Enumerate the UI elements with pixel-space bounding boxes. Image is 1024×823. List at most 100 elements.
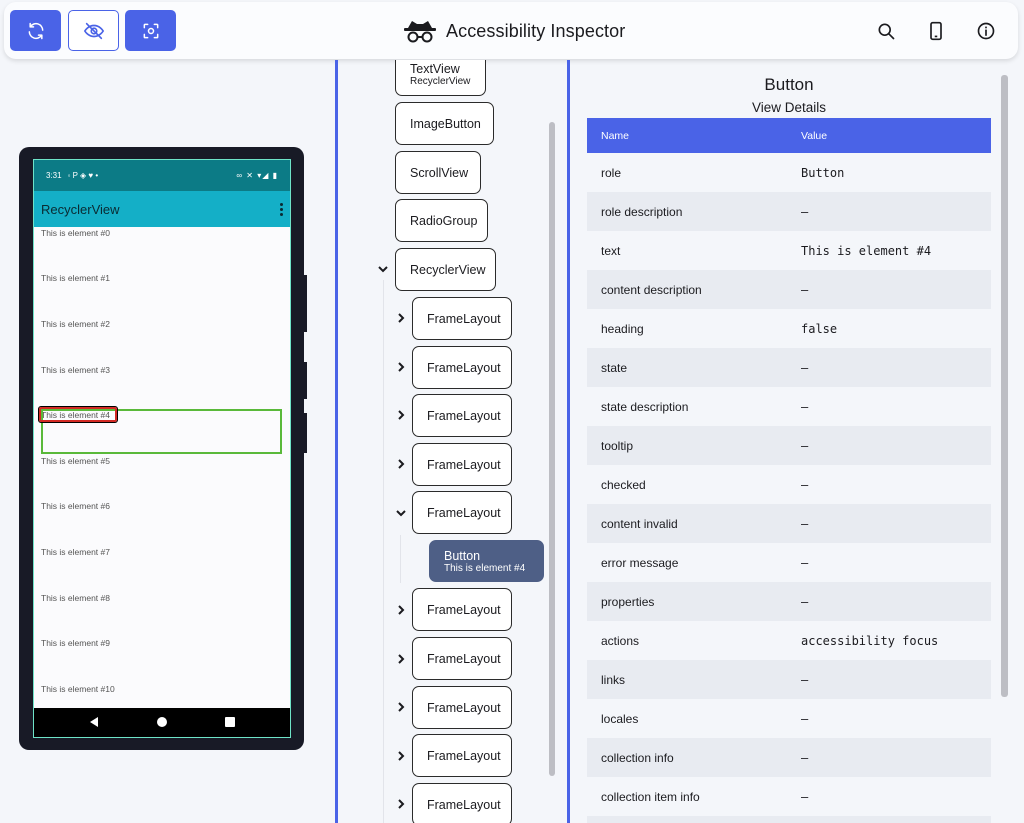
- property-name: tooltip: [601, 438, 634, 453]
- tree-node-label: RecyclerView: [410, 262, 486, 277]
- list-item[interactable]: This is element #8: [41, 593, 110, 603]
- property-value: –: [801, 594, 809, 609]
- list-item[interactable]: This is element #0: [41, 228, 110, 238]
- list-item[interactable]: This is element #6: [41, 501, 110, 511]
- tree-node[interactable]: FrameLayout: [412, 297, 512, 340]
- tree-node[interactable]: RadioGroup: [395, 199, 488, 242]
- property-name: links: [601, 672, 626, 687]
- chevron-right-icon[interactable]: [395, 653, 407, 665]
- property-name: heading: [601, 321, 644, 336]
- tree-node-label: ImageButton: [410, 116, 481, 131]
- device-button[interactable]: [924, 19, 948, 43]
- chevron-right-icon[interactable]: [395, 312, 407, 324]
- tree-node[interactable]: FrameLayout: [412, 637, 512, 680]
- list-item[interactable]: This is element #7: [41, 547, 110, 557]
- tree-node[interactable]: ScrollView: [395, 151, 481, 194]
- tree-node[interactable]: ImageButton: [395, 102, 494, 145]
- list-item[interactable]: This is element #10: [41, 684, 115, 694]
- status-system-icons: ∞ ✕ ▾◢ ▮: [236, 171, 278, 180]
- status-notification-icons: ◦ P ◈ ♥ •: [67, 171, 99, 180]
- chevron-right-icon[interactable]: [395, 604, 407, 616]
- tree-node[interactable]: FrameLayout: [412, 346, 512, 389]
- property-name: text: [601, 243, 621, 258]
- chevron-right-icon[interactable]: [395, 750, 407, 762]
- tree-node[interactable]: TextView RecyclerView: [395, 60, 486, 96]
- tree-node-label: FrameLayout: [427, 457, 501, 472]
- details-title: Button: [764, 75, 814, 94]
- chevron-right-icon[interactable]: [395, 458, 407, 470]
- phone-icon: [930, 21, 942, 41]
- info-icon: [977, 22, 995, 40]
- tree-node[interactable]: FrameLayout: [412, 783, 512, 823]
- app-title: Accessibility Inspector: [402, 15, 625, 47]
- view-hierarchy-tree: TextView RecyclerView ImageButton Scroll…: [338, 60, 567, 823]
- list-item[interactable]: This is element #1: [41, 273, 110, 283]
- tree-guide-line: [383, 280, 384, 823]
- search-icon: [878, 23, 895, 40]
- property-value: –: [801, 711, 809, 726]
- tree-node-label: FrameLayout: [427, 651, 501, 666]
- tree-node-label: FrameLayout: [427, 748, 501, 763]
- device-app-title: RecyclerView: [41, 201, 120, 217]
- property-name: actions: [601, 633, 640, 648]
- status-time: 3:31: [46, 171, 62, 180]
- chevron-right-icon[interactable]: [395, 798, 407, 810]
- table-row: tooltip –: [587, 426, 991, 465]
- tree-node[interactable]: FrameLayout: [412, 394, 512, 437]
- search-button[interactable]: [874, 19, 898, 43]
- screenshot-button[interactable]: [125, 10, 176, 51]
- property-value: –: [801, 477, 809, 492]
- overflow-menu-icon[interactable]: [280, 202, 283, 216]
- property-name: state: [601, 360, 628, 375]
- chevron-right-icon[interactable]: [395, 409, 407, 421]
- chevron-right-icon[interactable]: [395, 361, 407, 373]
- tree-node-label: RadioGroup: [410, 213, 478, 228]
- spy-logo-icon: [404, 21, 436, 43]
- table-row: content invalid –: [587, 504, 991, 543]
- tree-node-selected[interactable]: Button This is element #4: [429, 540, 544, 582]
- column-header-value: Value: [801, 129, 828, 142]
- tree-node[interactable]: FrameLayout: [412, 491, 512, 534]
- tree-node-sublabel: This is element #4: [444, 562, 526, 574]
- table-row: state –: [587, 348, 991, 387]
- back-icon[interactable]: [88, 716, 100, 728]
- focus-capture-icon: [143, 23, 158, 38]
- list-item[interactable]: This is element #2: [41, 319, 110, 329]
- list-item[interactable]: This is element #9: [41, 638, 110, 648]
- details-subtitle: View Details: [751, 100, 827, 115]
- property-value: Button: [801, 165, 845, 180]
- info-button[interactable]: [974, 19, 998, 43]
- list-item[interactable]: This is element #5: [41, 456, 110, 466]
- chevron-down-icon[interactable]: [377, 263, 389, 275]
- table-row: properties –: [587, 582, 991, 621]
- property-name: content invalid: [601, 516, 678, 531]
- property-value: –: [801, 360, 809, 375]
- tree-node[interactable]: RecyclerView: [395, 248, 496, 291]
- device-nav-bar: [34, 708, 290, 737]
- property-value: –: [801, 438, 809, 453]
- property-name: checked: [601, 477, 646, 492]
- tree-node[interactable]: FrameLayout: [412, 588, 512, 631]
- property-name: locales: [601, 711, 639, 726]
- list-item[interactable]: This is element #3: [41, 365, 110, 375]
- device-side-button: [302, 275, 307, 332]
- property-value: –: [801, 750, 809, 765]
- tree-node[interactable]: FrameLayout: [412, 686, 512, 729]
- property-value: –: [801, 555, 809, 570]
- chevron-down-icon[interactable]: [395, 507, 407, 519]
- eye-off-icon: [83, 22, 104, 39]
- tree-node[interactable]: FrameLayout: [412, 443, 512, 486]
- refresh-button[interactable]: [10, 10, 61, 51]
- details-scrollbar[interactable]: [1001, 75, 1008, 697]
- chevron-right-icon[interactable]: [395, 701, 407, 713]
- property-name: role: [601, 165, 622, 180]
- tree-node[interactable]: FrameLayout: [412, 734, 512, 777]
- table-row: error message –: [587, 543, 991, 582]
- tree-scrollbar[interactable]: [549, 122, 555, 776]
- refresh-icon: [28, 22, 43, 39]
- property-name: properties: [601, 594, 655, 609]
- recents-icon[interactable]: [225, 717, 235, 727]
- table-row: content description –: [587, 270, 991, 309]
- toggle-visibility-button[interactable]: [68, 10, 119, 51]
- home-icon[interactable]: [156, 716, 168, 728]
